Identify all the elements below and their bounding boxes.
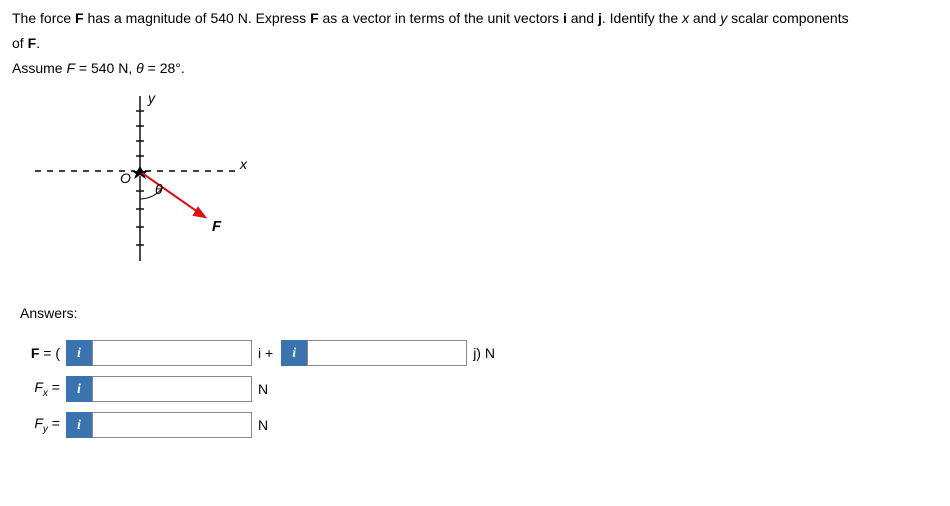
force-label: F bbox=[212, 218, 222, 235]
unit-N: N bbox=[258, 381, 268, 397]
answers-heading: Answers: bbox=[20, 305, 938, 321]
j-close-unit: j) N bbox=[473, 345, 495, 361]
text: . bbox=[36, 35, 40, 51]
F-j-component-input[interactable] bbox=[307, 340, 467, 366]
x-axis-label: x bbox=[239, 156, 248, 172]
force-diagram: y x O θ F bbox=[20, 91, 938, 281]
i-plus-text: i + bbox=[258, 345, 273, 361]
text: = 540 N, bbox=[75, 60, 136, 76]
answer-row-Fy: Fy = i N bbox=[20, 411, 938, 439]
F-i-component-input[interactable] bbox=[92, 340, 252, 366]
Fy-input[interactable] bbox=[92, 412, 252, 438]
problem-statement-line2: of F. bbox=[12, 33, 938, 54]
answer-row-Fx: Fx = i N bbox=[20, 375, 938, 403]
text: has a magnitude of 540 N. Express bbox=[84, 10, 310, 26]
info-icon[interactable]: i bbox=[66, 340, 92, 366]
assume-line: Assume F = 540 N, θ = 28°. bbox=[12, 58, 938, 79]
F-vector-label: F = ( bbox=[20, 345, 60, 361]
text: of bbox=[12, 35, 28, 51]
force-F: F bbox=[75, 10, 84, 26]
Fx-input[interactable] bbox=[92, 376, 252, 402]
y-axis-label: y bbox=[147, 91, 156, 106]
unit-N: N bbox=[258, 417, 268, 433]
text: . Identify the bbox=[602, 10, 682, 26]
x-var: x bbox=[682, 10, 689, 26]
info-icon[interactable]: i bbox=[66, 376, 92, 402]
origin-label: O bbox=[120, 170, 131, 186]
text: = 28°. bbox=[144, 60, 185, 76]
text: and bbox=[567, 10, 598, 26]
text: The force bbox=[12, 10, 75, 26]
text: Assume bbox=[12, 60, 66, 76]
answer-row-F: F = ( i i + i j) N bbox=[20, 339, 938, 367]
text: scalar components bbox=[727, 10, 848, 26]
info-icon[interactable]: i bbox=[66, 412, 92, 438]
Fy-label: Fy = bbox=[20, 415, 60, 435]
problem-statement: The force F has a magnitude of 540 N. Ex… bbox=[12, 8, 938, 29]
theta-sym: θ bbox=[136, 60, 144, 76]
force-F3: F bbox=[28, 35, 37, 51]
assume-F: F bbox=[66, 60, 75, 76]
info-icon[interactable]: i bbox=[281, 340, 307, 366]
text: as a vector in terms of the unit vectors bbox=[319, 10, 563, 26]
force-F2: F bbox=[310, 10, 319, 26]
Fx-label: Fx = bbox=[20, 379, 60, 399]
theta-label: θ bbox=[155, 181, 163, 197]
text: and bbox=[689, 10, 720, 26]
